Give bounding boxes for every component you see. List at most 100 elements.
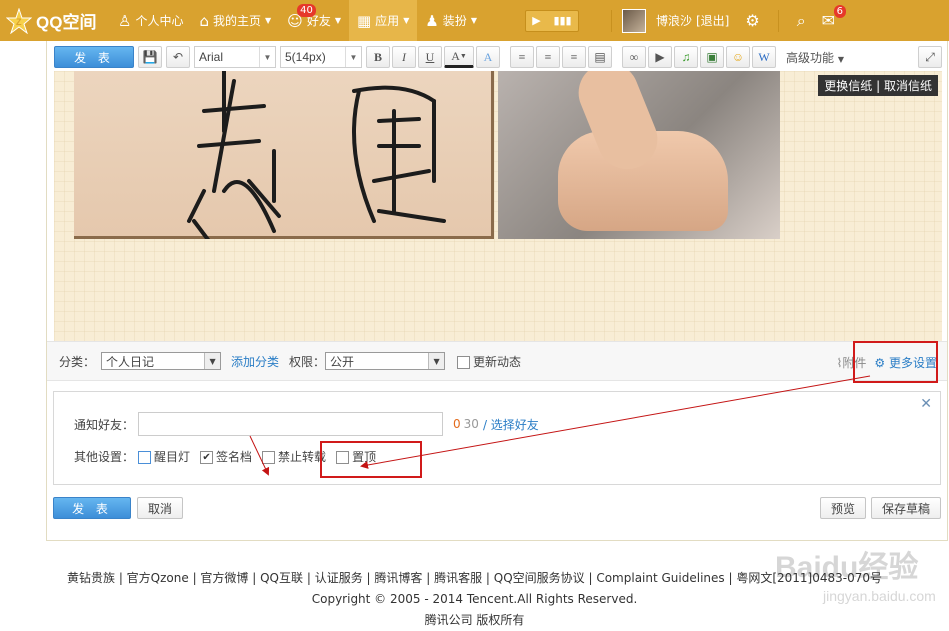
template-icon[interactable]: ▤ [588, 46, 612, 68]
footer-link[interactable]: QQ互联 [260, 571, 303, 585]
music-player-button[interactable]: ▶ ▮▮▮ [524, 9, 579, 32]
divider: | [876, 79, 881, 93]
underline-button[interactable]: U [418, 46, 442, 68]
no-repost-checkbox[interactable] [262, 451, 276, 464]
count-current: 0 [453, 417, 461, 431]
notify-friends-input[interactable] [138, 412, 444, 436]
footer-link[interactable]: 粤网文[2011]0483-070号 [736, 571, 882, 585]
chevron-down-icon: ▼ [334, 16, 341, 25]
insert-group: ∞ ▶ ♫ ▣ ☺ W [622, 46, 776, 68]
font-color-label: A [451, 48, 460, 63]
paper-links: 更换信纸 | 取消信纸 [818, 75, 938, 96]
editor-canvas[interactable]: 更换信纸 | 取消信纸 [54, 71, 942, 341]
category-select[interactable]: 个人日记 ▼ [101, 352, 222, 370]
clear-format-button[interactable]: A [476, 46, 500, 68]
chevron-down-icon: ▼ [837, 54, 844, 64]
permission-label: 权限： [289, 354, 326, 369]
highlight-option[interactable]: 醒目灯 [138, 448, 190, 465]
gear-icon[interactable]: ⚙ [737, 11, 767, 30]
video-icon[interactable]: ▶ [648, 46, 672, 68]
star-logo-icon: Z [5, 6, 33, 34]
add-category-link[interactable]: 添加分类 [231, 353, 279, 370]
nav-my-homepage[interactable]: ⌂ 我的主页 ▼ [191, 0, 279, 41]
chevron-down-icon: ▼ [265, 16, 272, 25]
mail-badge: 6 [833, 5, 847, 18]
music-icon[interactable]: ♫ [674, 46, 698, 68]
change-paper-link[interactable]: 更换信纸 [824, 79, 872, 93]
chevron-down-icon: ▼ [345, 47, 361, 67]
publish-button-top[interactable]: 发 表 [54, 46, 134, 68]
category-value: 个人日记 [106, 354, 155, 369]
highlight-checkbox[interactable] [138, 451, 152, 464]
permission-select[interactable]: 公开 ▼ [325, 352, 446, 370]
align-center-icon[interactable]: ≡ [536, 46, 560, 68]
italic-button[interactable]: I [392, 46, 416, 68]
no-repost-option[interactable]: 禁止转载 [262, 448, 326, 465]
calligraphy-image [74, 71, 494, 243]
notify-friends-label: 通知好友： [74, 417, 135, 432]
undo-icon[interactable]: ↶ [166, 46, 190, 68]
image-icon[interactable]: ▣ [700, 46, 724, 68]
equalizer-icon: ▮▮▮ [553, 14, 572, 27]
cancel-button[interactable]: 取消 [137, 497, 183, 519]
nav-apps[interactable]: ▦ 应用 ▼ [348, 0, 418, 41]
annotation-box-more-settings [853, 341, 938, 383]
bottom-actions: 发 表 取消 预览 保存草稿 [53, 497, 941, 521]
avatar[interactable] [621, 8, 646, 33]
search-icon[interactable]: ⌕ [789, 11, 814, 31]
align-left-icon[interactable]: ≡ [510, 46, 534, 68]
bold-button[interactable]: B [366, 46, 390, 68]
preview-button[interactable]: 预览 [820, 497, 866, 519]
update-feed-checkbox[interactable] [457, 355, 471, 369]
link-icon[interactable]: ∞ [622, 46, 646, 68]
word-icon[interactable]: W [752, 46, 776, 68]
footer-link[interactable]: 认证服务 [315, 571, 363, 585]
save-icon[interactable]: 💾 [138, 46, 162, 68]
top-navigation-bar: Z QQ空间 ♙ 个人中心 ⌂ 我的主页 ▼ ☺ 40 好友 ▼ ▦ 应用 ▼ … [0, 0, 949, 41]
chevron-down-icon: ▼ [259, 47, 275, 67]
footer-link[interactable]: 官方微博 [200, 571, 248, 585]
update-feed-label: 更新动态 [473, 354, 522, 369]
divider [777, 9, 779, 32]
cancel-paper-link[interactable]: 取消信纸 [884, 79, 932, 93]
annotation-box-pin-top [320, 441, 422, 478]
logo-text: QQ空间 [36, 13, 97, 32]
update-feed-option[interactable]: 更新动态 [457, 353, 521, 370]
nav-label: 我的主页 [213, 14, 262, 28]
publish-button[interactable]: 发 表 [53, 497, 131, 519]
username[interactable]: 博浪沙 [656, 12, 692, 29]
nav-personal-center[interactable]: ♙ 个人中心 [110, 0, 191, 41]
footer-links: 黄钻贵族 | 官方Qzone | 官方微博 | QQ互联 | 认证服务 | 腾讯… [66, 571, 883, 585]
footer-link[interactable]: 腾讯客服 [434, 571, 482, 585]
nav-label: 应用 [375, 14, 400, 28]
select-friends-link[interactable]: / 选择好友 [483, 416, 539, 433]
close-icon[interactable]: ✕ [920, 396, 932, 412]
nav-dress-up[interactable]: ♟ 装扮 ▼ [417, 0, 485, 41]
footer-link[interactable]: QQ空间服务协议 [494, 571, 585, 585]
font-size-select[interactable]: 5(14px) ▼ [280, 46, 362, 68]
align-right-icon[interactable]: ≡ [562, 46, 586, 68]
logout-link[interactable]: [退出] [696, 12, 729, 29]
align-group: ≡ ≡ ≡ ▤ [510, 46, 612, 68]
save-draft-button[interactable]: 保存草稿 [871, 497, 941, 519]
footer-link[interactable]: 腾讯博客 [374, 571, 422, 585]
font-size-value: 5(14px) [285, 50, 326, 64]
font-color-button[interactable]: A ▼ [444, 46, 474, 68]
notify-friends-row: 通知好友： 0 30 / 选择好友 [74, 412, 539, 436]
fullscreen-icon[interactable]: ⤢ [918, 46, 942, 68]
editor-toolbar: 发 表 💾 ↶ Arial ▼ 5(14px) ▼ B I U A ▼ A ≡ ≡… [54, 45, 942, 69]
permission-value: 公开 [330, 354, 355, 369]
footer-link[interactable]: 黄钻贵族 [67, 571, 115, 585]
signature-checkbox[interactable]: ✔ [200, 451, 214, 464]
nav-friends[interactable]: ☺ 40 好友 ▼ [279, 0, 349, 41]
mail-icon[interactable]: ✉ 6 [814, 5, 847, 30]
highlight-label: 醒目灯 [154, 450, 191, 464]
footer-link[interactable]: Complaint Guidelines [596, 571, 724, 585]
font-family-select[interactable]: Arial ▼ [194, 46, 276, 68]
advanced-features-dropdown[interactable]: 高级功能 ▼ [786, 49, 844, 66]
footer-link[interactable]: 官方Qzone [127, 571, 189, 585]
calligraphy-drawing [187, 71, 446, 243]
signature-option[interactable]: ✔ 签名档 [200, 448, 252, 465]
qzone-logo[interactable]: Z QQ空间 [0, 6, 110, 34]
emoji-icon[interactable]: ☺ [726, 46, 750, 68]
